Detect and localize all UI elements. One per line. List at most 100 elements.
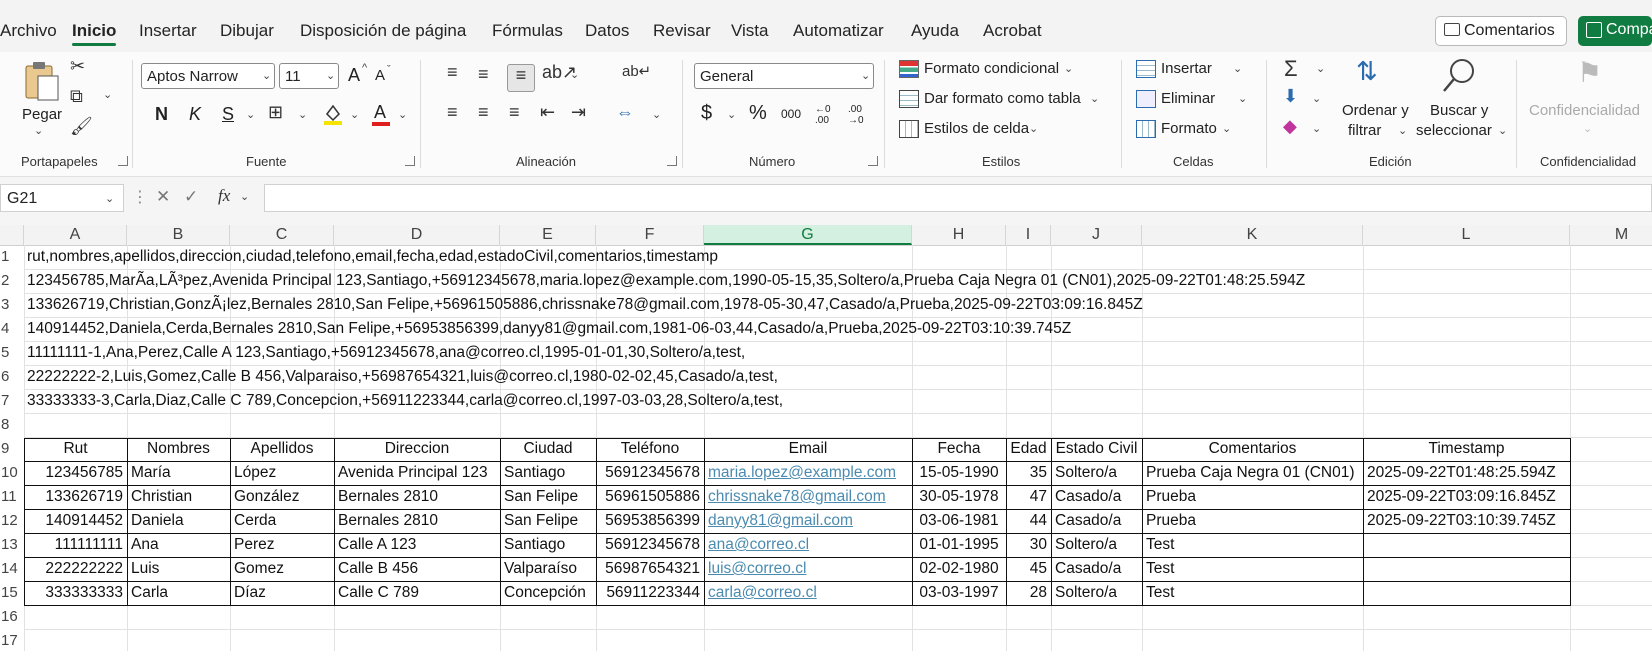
- row-header-9[interactable]: 9: [0, 440, 24, 457]
- table-cell[interactable]: 56953856399: [600, 512, 700, 530]
- table-header-cell[interactable]: Nombres: [127, 440, 230, 458]
- table-header-cell[interactable]: Rut: [24, 440, 127, 458]
- table-cell[interactable]: Cerda: [234, 512, 276, 530]
- csv-cell-a1[interactable]: rut,nombres,apellidos,direccion,ciudad,t…: [27, 248, 718, 266]
- table-cell[interactable]: Test: [1146, 536, 1174, 554]
- csv-cell-a6[interactable]: 22222222-2,Luis,Gomez,Calle B 456,Valpar…: [27, 368, 778, 386]
- col-header-a[interactable]: A: [24, 225, 127, 245]
- grow-font-button[interactable]: A: [348, 65, 360, 86]
- tab-disposicion[interactable]: Disposición de página: [300, 21, 466, 41]
- table-cell[interactable]: 30: [1010, 536, 1047, 554]
- col-header-e[interactable]: E: [500, 225, 596, 245]
- portapapeles-launcher-icon[interactable]: [118, 156, 128, 166]
- tab-insertar[interactable]: Insertar: [139, 21, 197, 41]
- font-color-icon[interactable]: A: [374, 102, 386, 123]
- row-header-3[interactable]: 3: [0, 296, 24, 313]
- table-cell[interactable]: Gomez: [234, 560, 284, 578]
- table-cell[interactable]: Santiago: [504, 536, 565, 554]
- table-cell[interactable]: 28: [1010, 584, 1047, 602]
- table-header-cell[interactable]: Email: [704, 440, 912, 458]
- row-header-13[interactable]: 13: [0, 536, 24, 553]
- format-as-table-button[interactable]: Dar formato como tabla: [924, 90, 1081, 107]
- table-cell[interactable]: Soltero/a: [1055, 584, 1117, 602]
- table-cell[interactable]: Daniela: [131, 512, 184, 530]
- table-cell[interactable]: Perez: [234, 536, 275, 554]
- table-cell[interactable]: Santiago: [504, 464, 565, 482]
- row-header-16[interactable]: 16: [0, 608, 24, 625]
- tab-inicio[interactable]: Inicio: [72, 21, 116, 41]
- table-cell[interactable]: ana@correo.cl: [708, 536, 809, 554]
- table-cell[interactable]: Casado/a: [1055, 488, 1121, 506]
- row-header-5[interactable]: 5: [0, 344, 24, 361]
- table-cell[interactable]: 133626719: [28, 488, 123, 506]
- table-cell[interactable]: 30-05-1978: [916, 488, 1002, 506]
- format-painter-icon[interactable]: 🖌: [70, 116, 93, 137]
- borders-icon[interactable]: ⊞: [268, 102, 283, 123]
- table-cell[interactable]: 02-02-1980: [916, 560, 1002, 578]
- table-cell[interactable]: Carla: [131, 584, 168, 602]
- font-size-select[interactable]: 11 ⌄: [279, 63, 339, 89]
- tab-automatizar[interactable]: Automatizar: [793, 21, 884, 41]
- font-name-select[interactable]: Aptos Narrow ⌄: [141, 63, 275, 89]
- enter-icon[interactable]: ✓: [184, 187, 198, 207]
- table-cell[interactable]: 56912345678: [600, 464, 700, 482]
- currency-button[interactable]: $: [701, 102, 712, 125]
- table-cell[interactable]: Christian: [131, 488, 192, 506]
- table-cell[interactable]: 15-05-1990: [916, 464, 1002, 482]
- table-cell[interactable]: Casado/a: [1055, 512, 1121, 530]
- table-cell[interactable]: 56912345678: [600, 536, 700, 554]
- tab-ayuda[interactable]: Ayuda: [911, 21, 959, 41]
- increase-indent-icon[interactable]: ⇥: [571, 102, 586, 123]
- table-header-cell[interactable]: Estado Civil: [1051, 440, 1142, 458]
- row-header-10[interactable]: 10: [0, 464, 24, 481]
- table-cell[interactable]: chrissnake78@gmail.com: [708, 488, 886, 506]
- table-header-cell[interactable]: Edad: [1006, 440, 1051, 458]
- table-cell[interactable]: Soltero/a: [1055, 464, 1117, 482]
- align-middle-icon[interactable]: ≡: [478, 64, 489, 85]
- delete-cells-button[interactable]: Eliminar: [1161, 90, 1215, 107]
- numero-launcher-icon[interactable]: [868, 156, 878, 166]
- shrink-font-button[interactable]: A: [375, 67, 385, 84]
- table-cell[interactable]: Soltero/a: [1055, 536, 1117, 554]
- table-cell[interactable]: 2025-09-22T03:09:16.845Z: [1367, 488, 1556, 506]
- table-cell[interactable]: maria.lopez@example.com: [708, 464, 896, 482]
- table-cell[interactable]: 333333333: [28, 584, 123, 602]
- name-box[interactable]: G21 ⌄: [0, 184, 124, 212]
- col-header-m[interactable]: M: [1570, 225, 1652, 245]
- row-header-15[interactable]: 15: [0, 584, 24, 601]
- share-button[interactable]: Compartir: [1578, 16, 1652, 46]
- col-header-d[interactable]: D: [334, 225, 500, 245]
- table-cell[interactable]: San Felipe: [504, 488, 578, 506]
- csv-cell-a7[interactable]: 33333333-3,Carla,Diaz,Calle C 789,Concep…: [27, 392, 783, 410]
- table-header-cell[interactable]: Comentarios: [1142, 440, 1363, 458]
- col-header-h[interactable]: H: [912, 225, 1006, 245]
- fill-icon[interactable]: ⬇: [1283, 86, 1298, 107]
- table-header-cell[interactable]: Teléfono: [596, 440, 704, 458]
- clear-icon[interactable]: ◆: [1283, 116, 1297, 137]
- table-cell[interactable]: Concepción: [504, 584, 586, 602]
- row-header-6[interactable]: 6: [0, 368, 24, 385]
- fill-color-icon[interactable]: [322, 102, 344, 126]
- col-header-k[interactable]: K: [1142, 225, 1363, 245]
- align-center-icon[interactable]: ≡: [478, 102, 489, 123]
- tab-archivo[interactable]: Archivo: [0, 21, 57, 41]
- cancel-icon[interactable]: ✕: [156, 187, 170, 207]
- row-header-2[interactable]: 2: [0, 272, 24, 289]
- table-cell[interactable]: Prueba: [1146, 488, 1196, 506]
- table-cell[interactable]: González: [234, 488, 299, 506]
- table-cell[interactable]: luis@correo.cl: [708, 560, 806, 578]
- formula-input[interactable]: [264, 184, 1652, 212]
- tab-datos[interactable]: Datos: [585, 21, 629, 41]
- table-cell[interactable]: 140914452: [28, 512, 123, 530]
- table-cell[interactable]: Calle C 789: [338, 584, 419, 602]
- table-cell[interactable]: 2025-09-22T01:48:25.594Z: [1367, 464, 1556, 482]
- col-header-g[interactable]: G: [704, 225, 912, 245]
- row-header-8[interactable]: 8: [0, 416, 24, 433]
- col-header-i[interactable]: I: [1006, 225, 1051, 245]
- table-cell[interactable]: 56911223344: [600, 584, 700, 602]
- table-cell[interactable]: 2025-09-22T03:10:39.745Z: [1367, 512, 1556, 530]
- row-header-4[interactable]: 4: [0, 320, 24, 337]
- table-header-cell[interactable]: Ciudad: [500, 440, 596, 458]
- row-header-12[interactable]: 12: [0, 512, 24, 529]
- csv-cell-a3[interactable]: 133626719,Christian,GonzÃ¡lez,Bernales 2…: [27, 296, 1143, 314]
